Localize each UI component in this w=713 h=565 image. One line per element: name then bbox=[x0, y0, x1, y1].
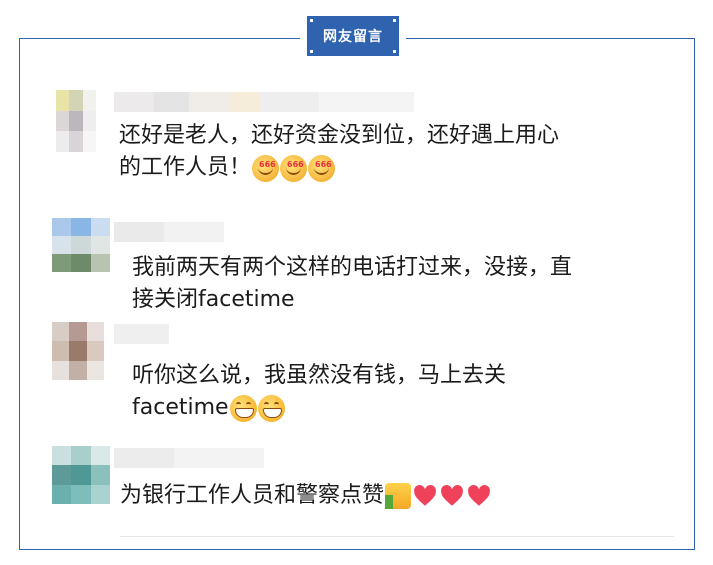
avatar-blurred bbox=[52, 446, 110, 504]
comment-line: 的工作人员！ 666 666 666 bbox=[119, 152, 559, 184]
666-emoji-icon: 666 bbox=[308, 154, 336, 182]
comment-text: 还好是老人，还好资金没到位，还好遇上用心 的工作人员！ 666 666 666 bbox=[119, 120, 559, 184]
comment-line: facetime bbox=[132, 392, 506, 424]
heart-emoji-icon bbox=[441, 485, 463, 506]
comment-line: 接关闭facetime bbox=[132, 287, 295, 312]
section-badge: 网友留言 bbox=[307, 16, 399, 56]
emoji-caption: 666 bbox=[315, 159, 332, 169]
comment-line-text: 为银行工作人员和警察点赞 bbox=[120, 483, 385, 508]
username-blurred bbox=[114, 222, 224, 242]
grin-emoji-icon bbox=[229, 394, 257, 422]
666-emoji-icon: 666 bbox=[280, 154, 308, 182]
comment-line: 还好是老人，还好资金没到位，还好遇上用心 bbox=[119, 123, 560, 148]
comment-line-text: 的工作人员！ bbox=[119, 155, 252, 180]
comment-text: 我前两天有两个这样的电话打过来，没接，直 接关闭facetime bbox=[132, 252, 572, 316]
username-blurred bbox=[114, 324, 169, 344]
emoji-caption: 666 bbox=[287, 159, 304, 169]
thumbs-up-emoji-icon bbox=[385, 483, 412, 509]
bottom-divider bbox=[120, 536, 674, 537]
badge-corner-dot bbox=[310, 19, 313, 22]
avatar-blurred bbox=[52, 218, 110, 272]
badge-corner-dot bbox=[393, 19, 396, 22]
comment-line: 我前两天有两个这样的电话打过来，没接，直 bbox=[132, 255, 573, 280]
badge-corner-dot bbox=[310, 50, 313, 53]
comment-text: 听你这么说，我虽然没有钱，马上去关 facetime bbox=[132, 360, 506, 424]
comment-text: 为银行工作人员和警察点赞 bbox=[120, 480, 492, 512]
username-blurred bbox=[114, 448, 264, 468]
comment-line: 听你这么说，我虽然没有钱，马上去关 bbox=[132, 363, 507, 388]
avatar-blurred bbox=[56, 90, 96, 152]
avatar-blurred bbox=[52, 322, 104, 380]
emoji-caption: 666 bbox=[259, 159, 276, 169]
comment-line: 为银行工作人员和警察点赞 bbox=[120, 480, 492, 512]
heart-emoji-icon bbox=[468, 485, 490, 506]
heart-emoji-icon bbox=[414, 485, 436, 506]
badge-label: 网友留言 bbox=[323, 29, 383, 45]
username-blurred bbox=[114, 92, 414, 112]
666-emoji-icon: 666 bbox=[252, 154, 280, 182]
badge-corner-dot bbox=[393, 50, 396, 53]
comment-line-text: facetime bbox=[132, 395, 229, 420]
grin-emoji-icon bbox=[257, 394, 285, 422]
